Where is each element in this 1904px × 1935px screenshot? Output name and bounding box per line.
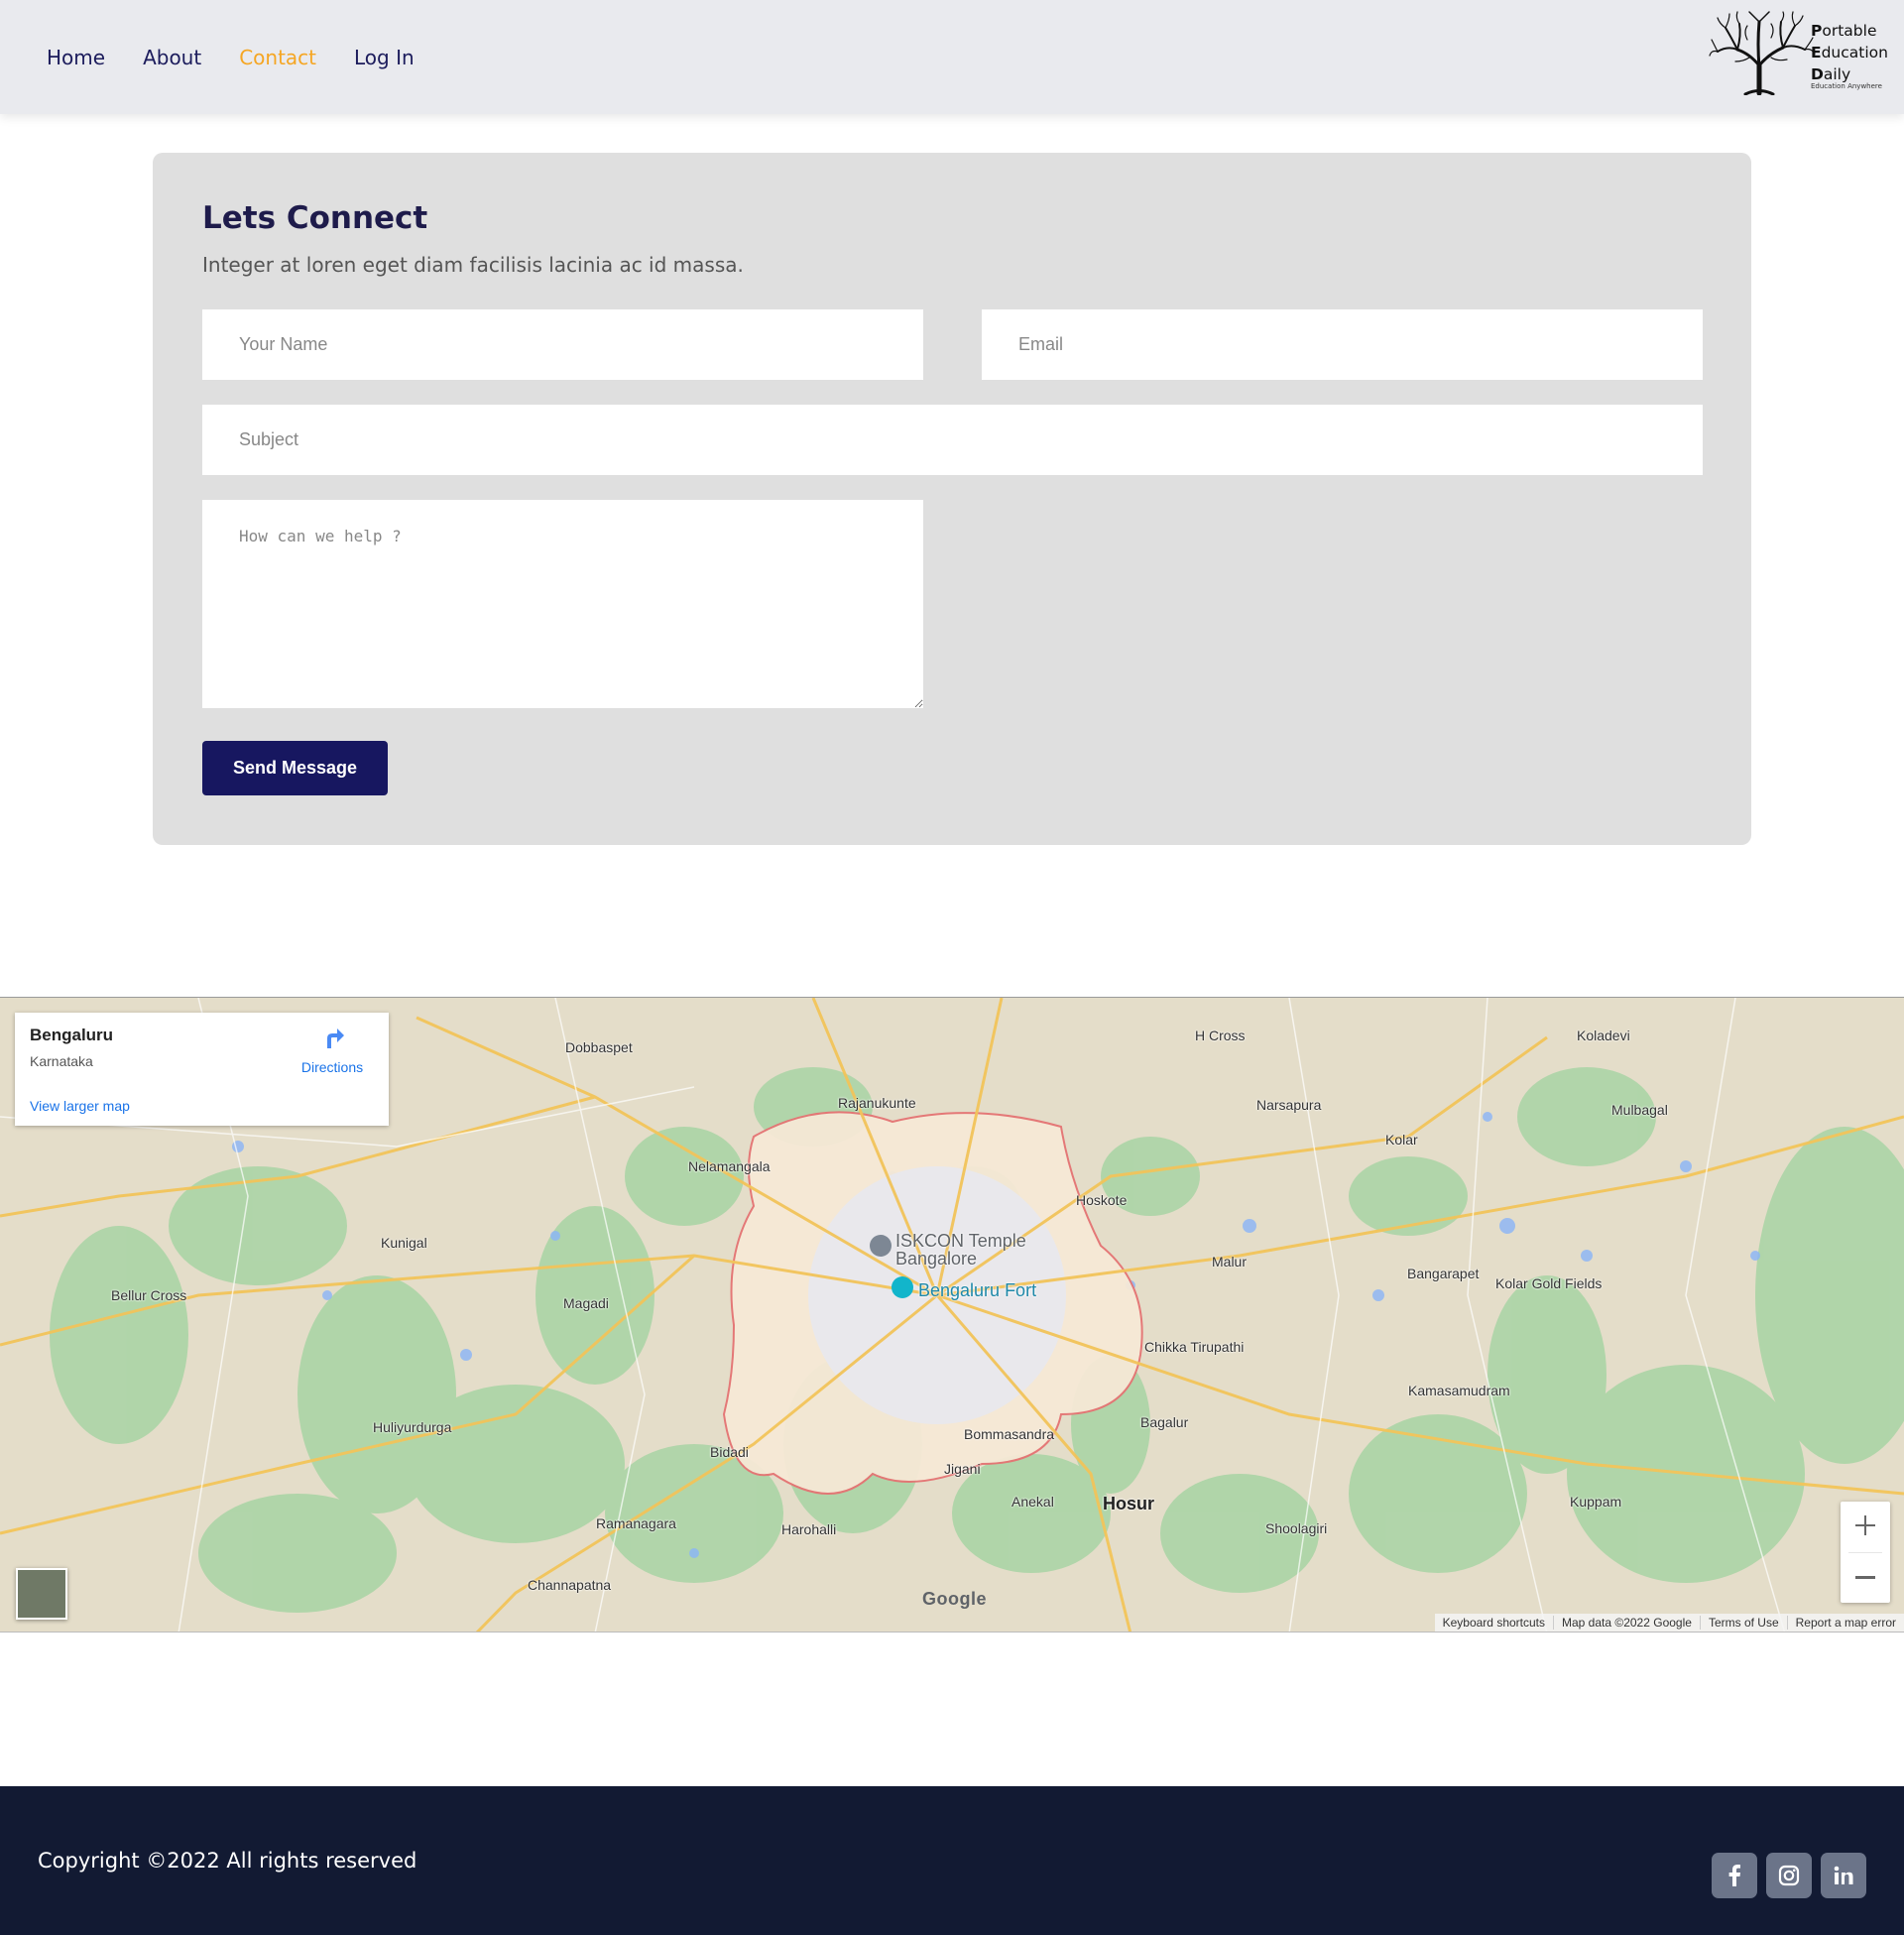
email-input[interactable] xyxy=(982,309,1703,380)
map-label-kolar-gold-fields: Kolar Gold Fields xyxy=(1495,1275,1603,1291)
map-label-jigani: Jigani xyxy=(944,1461,981,1477)
map-label-bellur-cross: Bellur Cross xyxy=(111,1287,187,1303)
map-label-koladevi: Koladevi xyxy=(1577,1028,1630,1043)
map-label-hosur: Hosur xyxy=(1103,1494,1155,1513)
map-label-magadi: Magadi xyxy=(563,1295,609,1311)
place-title: Bengaluru xyxy=(30,1026,114,1044)
map-label-kamasamudram: Kamasamudram xyxy=(1408,1383,1510,1398)
linkedin-button[interactable] xyxy=(1821,1853,1866,1898)
map-label-bagalur: Bagalur xyxy=(1140,1414,1189,1430)
map-label-kunigal: Kunigal xyxy=(381,1235,427,1251)
contact-subtitle: Integer at loren eget diam facilisis lac… xyxy=(202,253,744,277)
map-label-shoolagiri: Shoolagiri xyxy=(1265,1520,1328,1536)
social-links xyxy=(1712,1853,1866,1898)
map-label-bommasandra: Bommasandra xyxy=(964,1426,1055,1442)
nav-login[interactable]: Log In xyxy=(354,46,415,69)
map-label-malur: Malur xyxy=(1212,1254,1248,1270)
satellite-toggle[interactable] xyxy=(16,1568,67,1620)
subject-input[interactable] xyxy=(202,405,1703,475)
zoom-in-button[interactable] xyxy=(1841,1502,1890,1552)
map-label-kolar: Kolar xyxy=(1385,1132,1418,1148)
map-label-mulbagal: Mulbagal xyxy=(1611,1102,1668,1118)
view-larger-map-link[interactable]: View larger map xyxy=(30,1098,130,1114)
map-label-huliyurdurga: Huliyurdurga xyxy=(373,1419,452,1435)
instagram-icon xyxy=(1778,1865,1800,1886)
copyright-text: Copyright ©2022 All rights reserved xyxy=(38,1849,417,1873)
map-label-bangarapet: Bangarapet xyxy=(1407,1266,1480,1281)
place-region: Karnataka xyxy=(30,1053,93,1069)
map-label-rajanukunte: Rajanukunte xyxy=(838,1095,916,1111)
map-label-ramanagara: Ramanagara xyxy=(596,1515,676,1531)
map-label-iskcon-2[interactable]: Bangalore xyxy=(895,1249,977,1270)
contact-card: Lets Connect Integer at loren eget diam … xyxy=(153,153,1751,845)
plus-icon xyxy=(1855,1515,1875,1535)
facebook-button[interactable] xyxy=(1712,1853,1757,1898)
facebook-icon xyxy=(1728,1865,1740,1886)
map-label-chikka-tirupathi: Chikka Tirupathi xyxy=(1144,1339,1245,1355)
map-label-bidadi: Bidadi xyxy=(710,1444,749,1460)
logo-wordmark: Portable Education Daily xyxy=(1811,22,1888,83)
site-logo[interactable]: Portable Education Daily Education Anywh… xyxy=(1708,10,1896,95)
directions-label: Directions xyxy=(300,1059,364,1075)
name-input[interactable] xyxy=(202,309,923,380)
map-label-kuppam: Kuppam xyxy=(1570,1494,1622,1510)
instagram-button[interactable] xyxy=(1766,1853,1812,1898)
map-label-narsapura: Narsapura xyxy=(1256,1097,1322,1113)
main-nav: Home About Contact Log In xyxy=(47,0,452,114)
place-info-card: Bengaluru Karnataka View larger map Dire… xyxy=(15,1013,389,1126)
map-data-text: Map data ©2022 Google xyxy=(1553,1616,1700,1630)
zoom-controls xyxy=(1841,1502,1890,1603)
map-label-dobbaspet: Dobbaspet xyxy=(565,1039,633,1055)
directions-button[interactable]: Directions xyxy=(293,1025,372,1075)
send-message-button[interactable]: Send Message xyxy=(202,741,388,795)
tree-logo-icon xyxy=(1709,11,1816,95)
zoom-out-button[interactable] xyxy=(1841,1553,1890,1604)
map-label-fort[interactable]: Bengaluru Fort xyxy=(918,1280,1036,1301)
message-textarea[interactable] xyxy=(202,500,923,708)
report-map-error-link[interactable]: Report a map error xyxy=(1786,1616,1904,1630)
nav-about[interactable]: About xyxy=(143,46,201,69)
nav-home[interactable]: Home xyxy=(47,46,105,69)
embedded-map[interactable]: ISKCON Temple Bangalore Bengaluru Fort N… xyxy=(0,997,1904,1633)
map-label-harohalli: Harohalli xyxy=(781,1521,837,1537)
map-label-nelamangala: Nelamangala xyxy=(688,1158,771,1174)
linkedin-icon xyxy=(1834,1866,1853,1884)
nav-contact[interactable]: Contact xyxy=(239,46,316,69)
terms-of-use-link[interactable]: Terms of Use xyxy=(1699,1616,1787,1630)
keyboard-shortcuts-link[interactable]: Keyboard shortcuts xyxy=(1435,1616,1553,1630)
map-label-anekal: Anekal xyxy=(1012,1494,1054,1510)
map-label-h-cross: H Cross xyxy=(1195,1028,1246,1043)
map-label-channapatna: Channapatna xyxy=(528,1577,612,1593)
site-footer: Copyright ©2022 All rights reserved xyxy=(0,1786,1904,1935)
map-attribution-bar: Keyboard shortcuts Map data ©2022 Google… xyxy=(1434,1614,1904,1632)
contact-title: Lets Connect xyxy=(202,200,428,236)
map-label-hoskote: Hoskote xyxy=(1076,1192,1128,1208)
logo-tagline: Education Anywhere xyxy=(1811,82,1882,90)
minus-icon xyxy=(1855,1576,1875,1579)
site-header: Home About Contact Log In Portable Educa… xyxy=(0,0,1904,114)
directions-icon xyxy=(327,1028,344,1048)
google-logo: Google xyxy=(922,1589,987,1609)
